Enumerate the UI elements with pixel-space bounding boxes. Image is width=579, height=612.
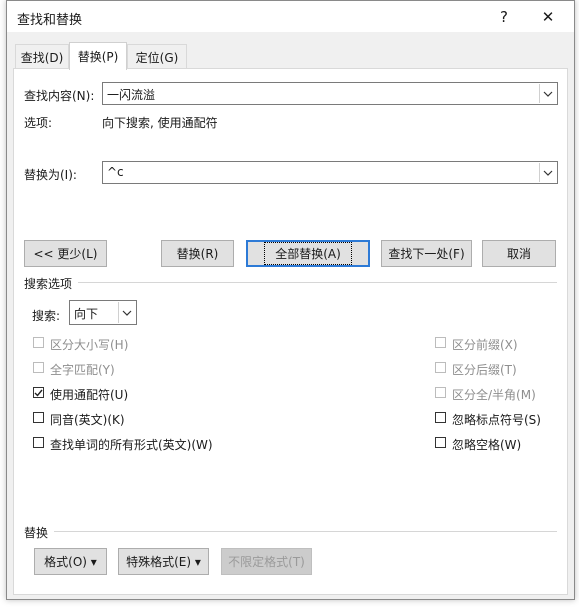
checkmark-icon [34, 389, 43, 397]
ignore-punctuation-checkbox[interactable] [435, 412, 446, 423]
wildcards-label: 使用通配符(U) [50, 388, 129, 402]
match-case-checkbox[interactable] [33, 337, 44, 348]
replace-button[interactable]: 替换(R) [161, 240, 234, 267]
replace-with-value: ^c [107, 165, 124, 179]
cancel-button[interactable]: 取消 [482, 240, 556, 267]
chevron-down-icon[interactable] [539, 84, 556, 103]
whole-word-label: 全字匹配(Y) [50, 363, 115, 377]
dialog-title: 查找和替换 [17, 13, 83, 28]
all-word-forms-checkbox[interactable] [33, 437, 44, 448]
search-direction-value: 向下 [74, 307, 99, 321]
sounds-like-label: 同音(英文)(K) [50, 413, 125, 427]
find-replace-dialog: 查找和替换 ? ✕ 查找(D) 替换(P) 定位(G) 查找内容(N): 一闪流… [6, 0, 575, 600]
less-button[interactable]: << 更少(L) [24, 240, 107, 267]
search-direction-label: 搜索: [32, 309, 61, 323]
replace-section-heading: 替换 [24, 526, 49, 540]
match-width-checkbox[interactable] [435, 387, 446, 398]
tab-find[interactable]: 查找(D) [15, 44, 69, 69]
find-what-value: 一闪流溢 [107, 88, 156, 102]
find-next-button[interactable]: 查找下一处(F) [381, 240, 472, 267]
ignore-punctuation-label: 忽略标点符号(S) [452, 413, 541, 427]
ignore-whitespace-checkbox[interactable] [435, 437, 446, 448]
sounds-like-checkbox[interactable] [33, 412, 44, 423]
all-word-forms-label: 查找单词的所有形式(英文)(W) [50, 438, 213, 452]
match-prefix-label: 区分前缀(X) [452, 338, 518, 352]
search-options-divider [78, 282, 557, 283]
chevron-down-icon[interactable] [539, 163, 556, 182]
help-button[interactable]: ? [489, 5, 519, 29]
replace-panel: 查找内容(N): 一闪流溢 选项: 向下搜索, 使用通配符 替换为(I): ^c… [13, 68, 568, 595]
no-formatting-button: 不限定格式(T) [221, 548, 312, 575]
search-options-heading: 搜索选项 [24, 277, 73, 291]
search-direction-select[interactable]: 向下 [69, 300, 137, 325]
close-button[interactable]: ✕ [533, 5, 563, 29]
match-suffix-label: 区分后缀(T) [452, 363, 517, 377]
replace-with-label: 替换为(I): [24, 168, 77, 182]
options-value: 向下搜索, 使用通配符 [102, 116, 218, 130]
chevron-down-icon[interactable] [118, 302, 135, 323]
match-prefix-checkbox[interactable] [435, 337, 446, 348]
find-what-combo[interactable]: 一闪流溢 [102, 82, 558, 105]
wildcards-checkbox[interactable] [33, 387, 44, 398]
match-width-label: 区分全/半角(M) [452, 388, 536, 402]
find-what-label: 查找内容(N): [24, 89, 95, 103]
match-suffix-checkbox[interactable] [435, 362, 446, 373]
tab-goto[interactable]: 定位(G) [127, 44, 187, 69]
options-label: 选项: [24, 116, 53, 130]
replace-section-divider [54, 531, 557, 532]
replace-with-combo[interactable]: ^c [102, 161, 558, 184]
tab-replace[interactable]: 替换(P) [69, 42, 127, 70]
ignore-whitespace-label: 忽略空格(W) [452, 438, 522, 452]
format-button[interactable]: 格式(O) ▾ [34, 548, 107, 575]
match-case-label: 区分大小写(H) [50, 338, 129, 352]
special-button[interactable]: 特殊格式(E) ▾ [118, 548, 209, 575]
whole-word-checkbox[interactable] [33, 362, 44, 373]
replace-all-label: 全部替换(A) [264, 242, 352, 265]
replace-all-button[interactable]: 全部替换(A) [246, 240, 370, 267]
title-bar: 查找和替换 ? ✕ [7, 1, 574, 32]
